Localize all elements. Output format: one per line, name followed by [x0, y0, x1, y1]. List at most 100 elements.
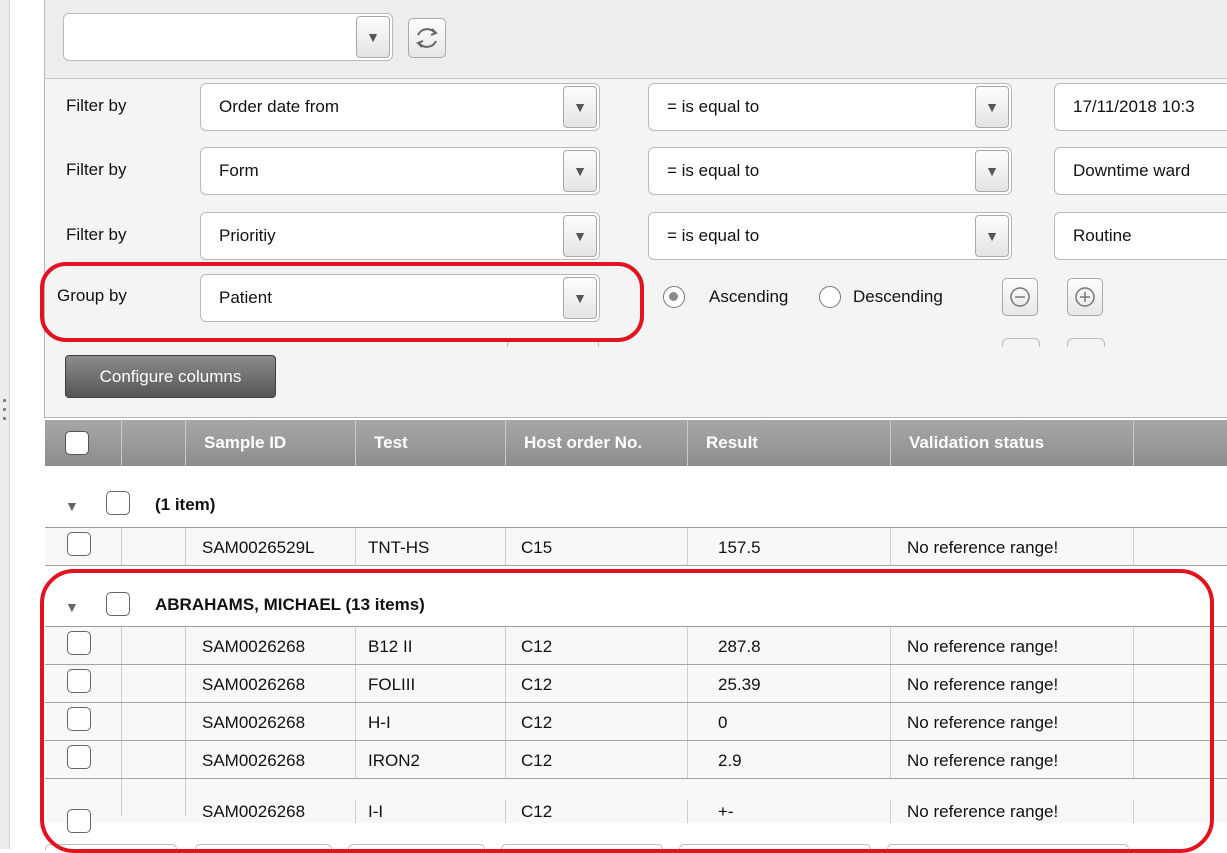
- cell-test: FOLIII: [356, 665, 506, 702]
- cell-test: IRON2: [356, 741, 506, 778]
- filter-operator-1[interactable]: = is equal to ▼: [648, 83, 1012, 131]
- refresh-button[interactable]: [408, 18, 446, 58]
- filter-field-2-value: Form: [219, 161, 259, 180]
- collapse-triangle-icon[interactable]: ▼: [65, 599, 79, 615]
- chevron-down-icon[interactable]: ▼: [975, 150, 1009, 192]
- row-checkbox[interactable]: [67, 707, 91, 731]
- cell-host-order: C12: [506, 703, 688, 740]
- row-spacer: [122, 703, 186, 740]
- table-row[interactable]: SAM0026268 FOLIII C12 25.39 No reference…: [45, 665, 1227, 703]
- hidden-row-stub: [507, 338, 599, 347]
- filter-value-2[interactable]: Downtime ward: [1054, 147, 1227, 195]
- toolbar: ▼: [45, 0, 1227, 79]
- cell-sample-id: SAM0026268: [186, 741, 356, 778]
- chevron-down-icon[interactable]: ▼: [975, 215, 1009, 257]
- table-row[interactable]: SAM0026268 IRON2 C12 2.9 No reference ra…: [45, 741, 1227, 779]
- descending-label: Descending: [853, 287, 943, 306]
- cell-host-order: C12: [506, 741, 688, 778]
- cell-test: B12 II: [356, 627, 506, 664]
- hidden-row-stub: [1067, 338, 1105, 347]
- ascending-label: Ascending: [709, 287, 789, 306]
- select-all-checkbox[interactable]: [65, 431, 89, 455]
- table-row[interactable]: SAM0026268 B12 II C12 287.8 No reference…: [45, 627, 1227, 665]
- table-row[interactable]: SAM0026268 H-I C12 0 No reference range!: [45, 703, 1227, 741]
- splitter-grip[interactable]: [0, 393, 9, 443]
- filter-field-1[interactable]: Order date from ▼: [200, 83, 600, 131]
- filter-value-1-text: 17/11/2018 10:3: [1073, 97, 1195, 116]
- cell-test: TNT-HS: [356, 528, 506, 565]
- filter-operator-1-value: = is equal to: [667, 97, 760, 116]
- grid-header: Sample ID Test Host order No. Result Val…: [45, 420, 1227, 466]
- header-select-cell: [45, 420, 122, 466]
- group-checkbox[interactable]: [106, 491, 130, 515]
- chevron-down-icon[interactable]: ▼: [356, 16, 390, 58]
- group-checkbox[interactable]: [106, 592, 130, 616]
- collapse-triangle-icon[interactable]: ▼: [65, 498, 79, 514]
- cell-host-order: C12: [506, 665, 688, 702]
- minus-circle-icon: [1010, 287, 1030, 307]
- table-row[interactable]: SAM0026268 I-I C12 +- No reference range…: [45, 779, 1227, 833]
- column-header-sample-id[interactable]: Sample ID: [186, 420, 356, 466]
- ascending-radio[interactable]: [663, 286, 685, 308]
- chevron-down-icon[interactable]: ▼: [563, 215, 597, 257]
- group-by-label: Group by: [57, 286, 127, 305]
- cell-validation: No reference range!: [891, 665, 1134, 702]
- cell-validation: No reference range!: [891, 627, 1134, 664]
- cell-host-order: C12: [506, 627, 688, 664]
- row-spacer: [122, 665, 186, 702]
- chevron-down-icon[interactable]: ▼: [563, 86, 597, 128]
- row-checkbox[interactable]: [67, 809, 91, 833]
- cell-result: 157.5: [688, 528, 891, 565]
- chevron-down-icon[interactable]: ▼: [563, 150, 597, 192]
- row-checkbox[interactable]: [67, 745, 91, 769]
- filter-value-3-text: Routine: [1073, 226, 1132, 245]
- refresh-icon: [416, 28, 438, 48]
- filter-label-1: Filter by: [66, 96, 127, 115]
- table-row[interactable]: SAM0026529L TNT-HS C15 157.5 No referenc…: [45, 528, 1227, 566]
- filter-value-3[interactable]: Routine: [1054, 212, 1227, 260]
- filter-operator-3[interactable]: = is equal to ▼: [648, 212, 1012, 260]
- chevron-down-icon[interactable]: ▼: [975, 86, 1009, 128]
- filter-field-2[interactable]: Form ▼: [200, 147, 600, 195]
- row-checkbox[interactable]: [67, 532, 91, 556]
- group-header-row[interactable]: ▼ (1 item): [45, 482, 1227, 528]
- query-panel: ▼ Filter by Order date from ▼ = is equal…: [44, 0, 1227, 418]
- plus-circle-icon: [1075, 287, 1095, 307]
- row-checkbox[interactable]: [67, 669, 91, 693]
- add-group-button[interactable]: [1067, 278, 1103, 316]
- column-header-result[interactable]: Result: [688, 420, 891, 466]
- group-by-field-value: Patient: [219, 288, 272, 307]
- remove-group-button[interactable]: [1002, 278, 1038, 316]
- filter-operator-2[interactable]: = is equal to ▼: [648, 147, 1012, 195]
- row-checkbox[interactable]: [67, 631, 91, 655]
- column-header-test[interactable]: Test: [356, 420, 506, 466]
- chevron-down-icon[interactable]: ▼: [563, 277, 597, 319]
- group-by-field[interactable]: Patient ▼: [200, 274, 600, 322]
- cell-sample-id: SAM0026268: [186, 665, 356, 702]
- descending-radio[interactable]: [819, 286, 841, 308]
- cell-validation: No reference range!: [891, 800, 1134, 823]
- cell-sample-id: SAM0026268: [186, 800, 356, 823]
- row-spacer: [122, 741, 186, 778]
- configure-columns-button[interactable]: Configure columns: [65, 355, 276, 398]
- column-header-validation-status[interactable]: Validation status: [891, 420, 1134, 466]
- filter-operator-2-value: = is equal to: [667, 161, 760, 180]
- group-header-row[interactable]: ▼ ABRAHAMS, MICHAEL (13 items): [45, 583, 1227, 627]
- filter-field-3[interactable]: Prioritiy ▼: [200, 212, 600, 260]
- cell-result: 25.39: [688, 665, 891, 702]
- filter-value-1[interactable]: 17/11/2018 10:3: [1054, 83, 1227, 131]
- cell-sample-id: SAM0026268: [186, 703, 356, 740]
- row-spacer: [122, 779, 186, 816]
- cell-host-order: C15: [506, 528, 688, 565]
- view-select[interactable]: ▼: [63, 13, 393, 61]
- group-title: (1 item): [155, 495, 216, 514]
- filter-field-3-value: Prioritiy: [219, 226, 276, 245]
- cell-result: 2.9: [688, 741, 891, 778]
- column-header-host-order[interactable]: Host order No.: [506, 420, 688, 466]
- header-spacer: [122, 420, 186, 466]
- row-spacer: [122, 627, 186, 664]
- cell-validation: No reference range!: [891, 741, 1134, 778]
- filter-field-1-value: Order date from: [219, 97, 339, 116]
- filter-operator-3-value: = is equal to: [667, 226, 760, 245]
- footer-stubs: [45, 844, 1227, 850]
